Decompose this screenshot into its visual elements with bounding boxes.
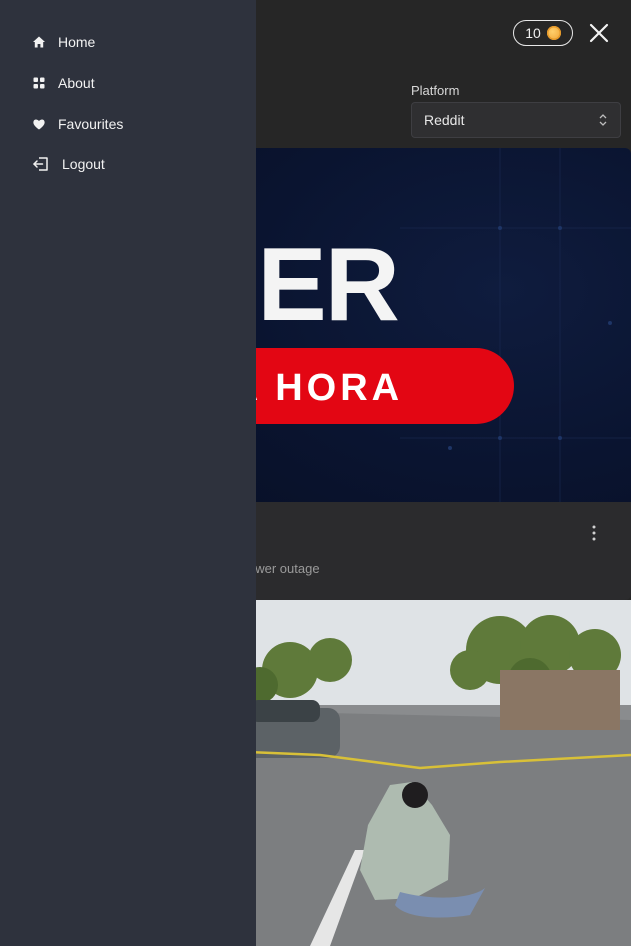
coin-count: 10 [525, 25, 541, 41]
nav-item-about[interactable]: About [32, 71, 95, 95]
nav-item-favourites[interactable]: Favourites [32, 112, 123, 136]
nav-item-home[interactable]: Home [32, 30, 95, 54]
grid-icon [33, 77, 45, 89]
heart-icon [33, 119, 45, 130]
post-image: SER MA HORA [200, 148, 631, 502]
coin-balance-badge[interactable]: 10 [513, 20, 573, 46]
home-icon [33, 36, 45, 48]
nav-label-favourites: Favourites [58, 116, 124, 132]
coin-icon [546, 26, 561, 40]
logout-icon [33, 157, 48, 171]
platform-select[interactable]: Reddit [411, 102, 621, 138]
nav-drawer: Home About Favourites Logout [0, 0, 256, 946]
nav-label-home: Home [58, 34, 96, 50]
nav-label-logout: Logout [62, 156, 105, 172]
post-description: ower outage [248, 561, 320, 576]
post-card-image[interactable] [200, 600, 631, 946]
close-icon[interactable] [586, 20, 612, 46]
nav-item-logout[interactable]: Logout [32, 152, 105, 176]
platform-selected-value: Reddit [424, 112, 465, 128]
updown-chevron-icon [599, 114, 607, 126]
post-card[interactable]: SER MA HORA ower outage [200, 148, 631, 600]
platform-label: Platform [411, 83, 460, 98]
nav-label-about: About [58, 75, 95, 91]
more-options-icon[interactable] [588, 523, 600, 543]
